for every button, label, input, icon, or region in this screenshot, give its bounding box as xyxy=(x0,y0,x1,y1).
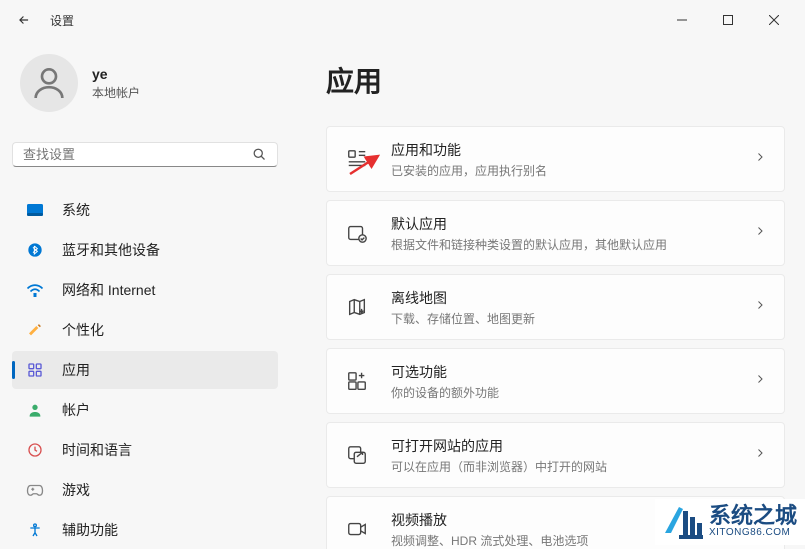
user-block[interactable]: ye 本地帐户 xyxy=(12,54,278,112)
sidebar-item-gaming[interactable]: 游戏 xyxy=(12,471,278,509)
card-title: 可打开网站的应用 xyxy=(391,436,754,456)
minimize-icon xyxy=(677,15,687,25)
avatar xyxy=(20,54,78,112)
card-offline-maps[interactable]: 离线地图 下载、存储位置、地图更新 xyxy=(326,274,785,340)
watermark: 系统之城 XITONG86.COM xyxy=(655,499,805,545)
user-subtitle: 本地帐户 xyxy=(92,84,140,101)
page-title: 应用 xyxy=(326,60,785,100)
maximize-icon xyxy=(723,15,733,25)
titlebar: 设置 xyxy=(0,0,805,40)
minimize-button[interactable] xyxy=(659,5,705,35)
back-arrow-icon xyxy=(17,13,31,27)
accessibility-icon xyxy=(26,521,44,539)
chevron-right-icon xyxy=(754,224,766,242)
search-box[interactable] xyxy=(12,142,278,167)
close-button[interactable] xyxy=(751,5,797,35)
chevron-right-icon xyxy=(754,150,766,168)
sidebar-label: 个性化 xyxy=(62,320,104,340)
card-title: 可选功能 xyxy=(391,362,754,382)
card-subtitle: 根据文件和链接种类设置的默认应用，其他默认应用 xyxy=(391,236,754,253)
sidebar-label: 辅助功能 xyxy=(62,520,118,540)
sidebar-label: 时间和语言 xyxy=(62,440,132,460)
website-apps-icon xyxy=(345,443,369,467)
card-subtitle: 下载、存储位置、地图更新 xyxy=(391,310,754,327)
wifi-icon xyxy=(26,281,44,299)
back-button[interactable] xyxy=(8,4,40,36)
user-icon xyxy=(29,63,69,103)
brush-icon xyxy=(26,321,44,339)
watermark-text: 系统之城 xyxy=(709,505,797,527)
card-optional-features[interactable]: 可选功能 你的设备的额外功能 xyxy=(326,348,785,414)
optional-features-icon xyxy=(345,369,369,393)
sidebar-label: 游戏 xyxy=(62,480,90,500)
chevron-right-icon xyxy=(754,446,766,464)
gaming-icon xyxy=(26,481,44,499)
maximize-button[interactable] xyxy=(705,5,751,35)
chevron-right-icon xyxy=(754,298,766,316)
bluetooth-icon xyxy=(26,241,44,259)
cards-list: 应用和功能 已安装的应用，应用执行别名 默认应用 根据文件和链接种类设置的默认应… xyxy=(326,126,785,549)
sidebar-label: 应用 xyxy=(62,360,90,380)
card-subtitle: 你的设备的额外功能 xyxy=(391,384,754,401)
card-title: 离线地图 xyxy=(391,288,754,308)
sidebar: ye 本地帐户 系统 蓝牙和其他设备 网络和 Internet xyxy=(0,40,290,549)
sidebar-label: 蓝牙和其他设备 xyxy=(62,240,160,260)
video-icon xyxy=(345,517,369,541)
search-icon xyxy=(252,147,267,162)
map-icon xyxy=(345,295,369,319)
apps-icon xyxy=(26,361,44,379)
sidebar-item-apps[interactable]: 应用 xyxy=(12,351,278,389)
card-subtitle: 可以在应用（而非浏览器）中打开的网站 xyxy=(391,458,754,475)
main-content: 应用 应用和功能 已安装的应用，应用执行别名 默认应用 根据文件和链接种类设置的… xyxy=(290,40,805,549)
sidebar-label: 网络和 Internet xyxy=(62,280,155,300)
close-icon xyxy=(769,15,779,25)
card-apps-features[interactable]: 应用和功能 已安装的应用，应用执行别名 xyxy=(326,126,785,192)
apps-features-icon xyxy=(345,147,369,171)
sidebar-item-bluetooth[interactable]: 蓝牙和其他设备 xyxy=(12,231,278,269)
chevron-right-icon xyxy=(754,372,766,390)
system-icon xyxy=(26,201,44,219)
sidebar-label: 帐户 xyxy=(62,400,90,420)
sidebar-item-time[interactable]: 时间和语言 xyxy=(12,431,278,469)
watermark-url: XITONG86.COM xyxy=(709,527,797,538)
sidebar-item-accounts[interactable]: 帐户 xyxy=(12,391,278,429)
card-default-apps[interactable]: 默认应用 根据文件和链接种类设置的默认应用，其他默认应用 xyxy=(326,200,785,266)
sidebar-label: 系统 xyxy=(62,200,90,220)
window-controls xyxy=(659,5,797,35)
default-apps-icon xyxy=(345,221,369,245)
watermark-logo-icon xyxy=(659,501,703,541)
card-subtitle: 已安装的应用，应用执行别名 xyxy=(391,162,754,179)
card-title: 应用和功能 xyxy=(391,140,754,160)
sidebar-item-system[interactable]: 系统 xyxy=(12,191,278,229)
sidebar-item-accessibility[interactable]: 辅助功能 xyxy=(12,511,278,549)
sidebar-item-personalization[interactable]: 个性化 xyxy=(12,311,278,349)
search-input[interactable] xyxy=(23,147,252,162)
nav-list: 系统 蓝牙和其他设备 网络和 Internet 个性化 应用 帐户 xyxy=(12,191,278,549)
sidebar-item-network[interactable]: 网络和 Internet xyxy=(12,271,278,309)
clock-icon xyxy=(26,441,44,459)
account-icon xyxy=(26,401,44,419)
window-title: 设置 xyxy=(50,12,74,29)
user-name: ye xyxy=(92,66,140,82)
card-title: 默认应用 xyxy=(391,214,754,234)
card-website-apps[interactable]: 可打开网站的应用 可以在应用（而非浏览器）中打开的网站 xyxy=(326,422,785,488)
